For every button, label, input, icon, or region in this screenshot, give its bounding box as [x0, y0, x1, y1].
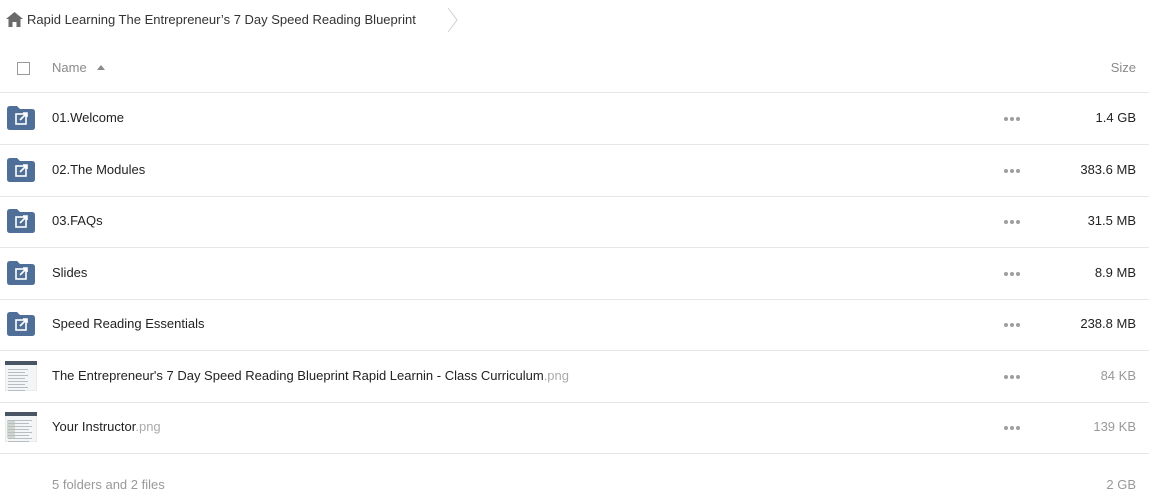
size-column-header[interactable]: Size	[1111, 60, 1136, 75]
total-size: 2 GB	[1106, 477, 1136, 492]
item-size: 383.6 MB	[1080, 161, 1136, 177]
more-options-icon[interactable]	[1004, 374, 1020, 380]
folder-row[interactable]: 01.Welcome 1.4 GB	[0, 93, 1149, 145]
item-name[interactable]: The Entrepreneur's 7 Day Speed Reading B…	[52, 368, 569, 383]
item-size: 238.8 MB	[1080, 316, 1136, 331]
file-extension: .png	[135, 419, 161, 434]
folder-file-count: 5 folders and 2 files	[52, 477, 165, 492]
item-size: 8.9 MB	[1094, 264, 1136, 280]
more-options-icon[interactable]	[1004, 219, 1020, 225]
shared-folder-icon[interactable]	[7, 260, 35, 285]
item-name[interactable]: Slides	[52, 265, 87, 280]
shared-folder-icon[interactable]	[7, 312, 35, 336]
sort-ascending-icon[interactable]	[97, 65, 105, 70]
item-size: 139 KB	[1093, 419, 1136, 434]
chevron-right-icon	[447, 7, 458, 33]
folder-row[interactable]: 02.The Modules 383.6 MB	[0, 145, 1149, 197]
breadcrumb: Rapid Learning The Entrepreneur’s 7 Day …	[0, 0, 1149, 40]
select-all-checkbox[interactable]	[17, 62, 30, 75]
item-name[interactable]: Your Instructor.png	[52, 419, 161, 434]
shared-folder-icon[interactable]	[7, 106, 35, 130]
file-extension: .png	[543, 367, 569, 383]
more-options-icon[interactable]	[1004, 116, 1020, 122]
item-name[interactable]: 01.Welcome	[52, 110, 124, 125]
folder-row[interactable]: Speed Reading Essentials 238.8 MB	[0, 299, 1149, 351]
more-options-icon[interactable]	[1004, 168, 1020, 174]
list-footer: 5 folders and 2 files 2 GB	[0, 453, 1149, 501]
file-row[interactable]: The Entrepreneur's 7 Day Speed Reading B…	[0, 351, 1149, 403]
breadcrumb-title[interactable]: Rapid Learning The Entrepreneur’s 7 Day …	[27, 12, 416, 27]
item-name[interactable]: 02.The Modules	[52, 162, 145, 177]
list-header: Name Size	[0, 43, 1149, 93]
folder-row[interactable]: Slides 8.9 MB	[0, 248, 1149, 300]
file-row[interactable]: Your Instructor.png 139 KB	[0, 402, 1149, 454]
image-thumbnail-icon[interactable]	[4, 411, 38, 443]
folder-row[interactable]: 03.FAQs 31.5 MB	[0, 196, 1149, 248]
item-name[interactable]: 03.FAQs	[52, 213, 103, 228]
image-thumbnail-icon[interactable]	[4, 360, 38, 391]
home-icon[interactable]	[6, 12, 23, 27]
shared-folder-icon[interactable]	[7, 209, 35, 233]
name-column-header[interactable]: Name	[52, 60, 87, 75]
more-options-icon[interactable]	[1004, 322, 1020, 328]
item-name[interactable]: Speed Reading Essentials	[52, 316, 205, 331]
more-options-icon[interactable]	[1004, 425, 1020, 431]
item-size: 31.5 MB	[1087, 213, 1136, 228]
item-size: 1.4 GB	[1095, 110, 1136, 125]
shared-folder-icon[interactable]	[7, 157, 35, 182]
item-size: 84 KB	[1100, 367, 1136, 383]
more-options-icon[interactable]	[1004, 271, 1020, 277]
